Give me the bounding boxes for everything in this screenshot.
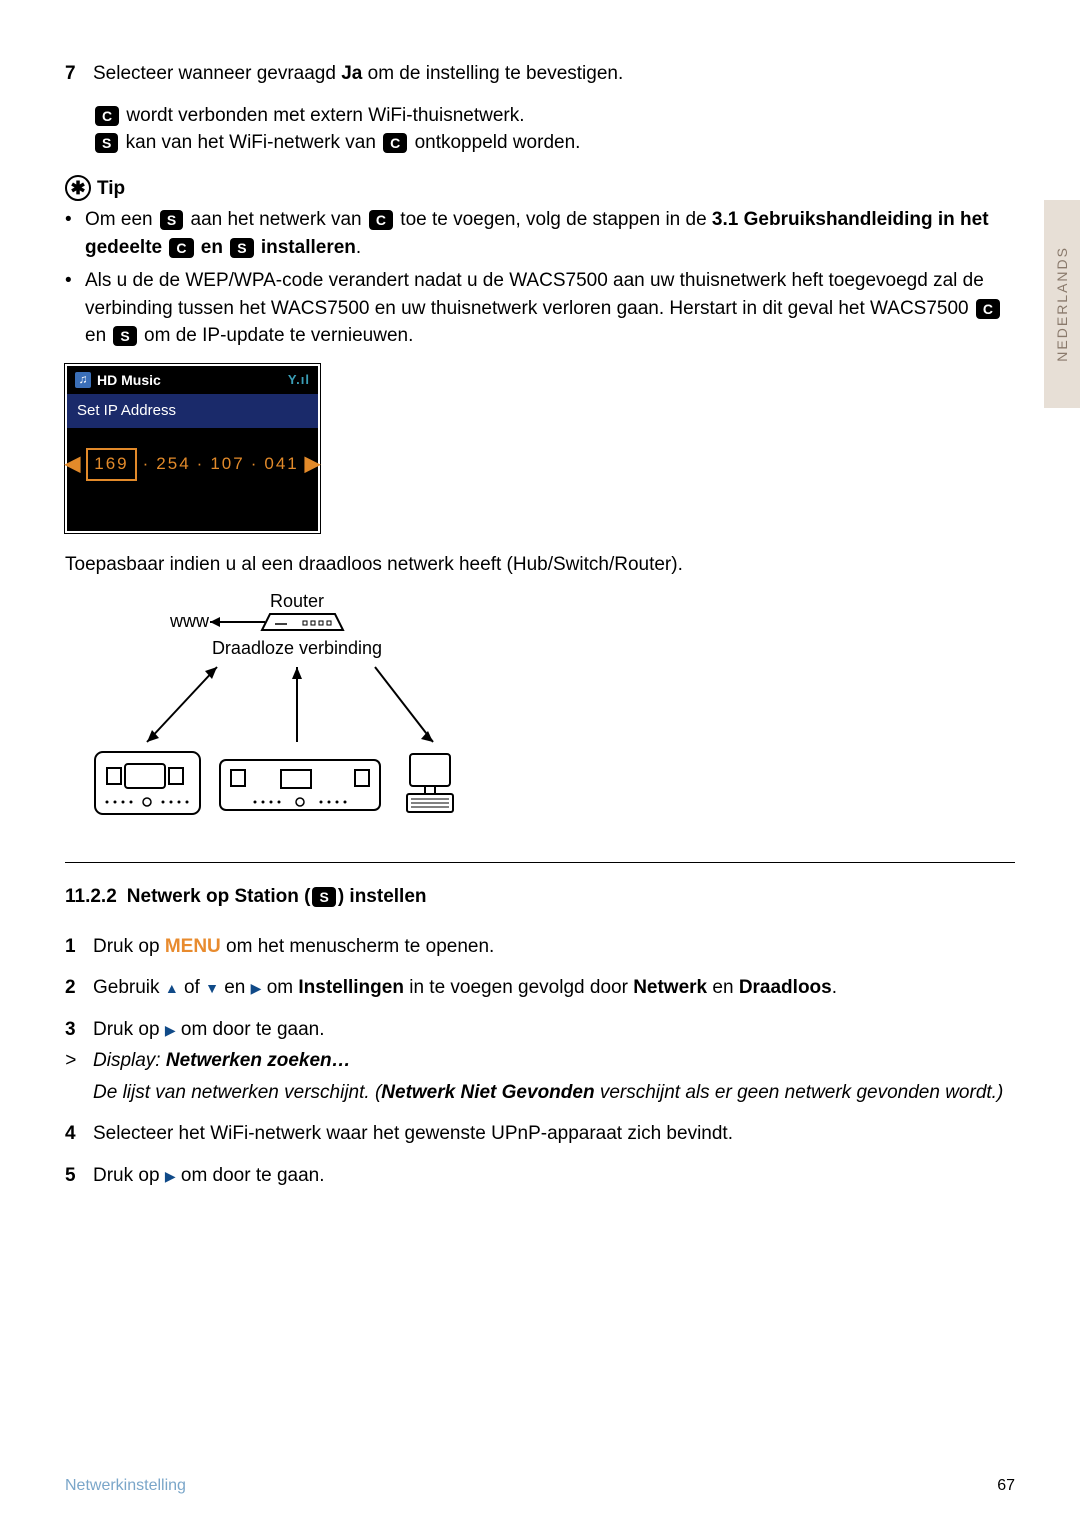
tip-item: Als u de de WEP/WPA-code verandert nadat…: [65, 267, 1015, 350]
section-number: 11.2.2: [65, 883, 117, 911]
wireless-label: Draadloze verbinding: [212, 638, 382, 658]
right-arrow-icon: [165, 1168, 176, 1184]
display-result-1: > Display: Netwerken zoeken…: [65, 1047, 1015, 1075]
step-body: Selecteer wanneer gevraagd Ja om de inst…: [93, 60, 1015, 88]
result-lines: C wordt verbonden met extern WiFi-thuisn…: [93, 102, 1015, 157]
right-arrow-icon: [251, 980, 262, 996]
tip-label: Tip: [97, 175, 125, 203]
badge-c-icon: C: [369, 210, 393, 230]
badge-c-icon: C: [976, 299, 1000, 319]
router-label: Router: [270, 592, 324, 611]
ip-octet-4: 041: [264, 452, 298, 477]
section-divider: [65, 862, 1015, 863]
step-5: 5 Druk op om door te gaan.: [65, 1162, 1015, 1190]
badge-c-icon: C: [383, 133, 407, 153]
ip-octet-2: 254: [156, 452, 190, 477]
page-footer: Netwerkinstelling 67: [65, 1474, 1015, 1497]
tip-item: Om een S aan het netwerk van C toe te vo…: [65, 206, 1015, 261]
section-heading: 11.2.2 Netwerk op Station (S) instellen: [65, 883, 1015, 911]
badge-s-icon: S: [160, 210, 183, 230]
up-arrow-icon: [165, 980, 179, 996]
side-tab-label: NEDERLANDS: [1052, 246, 1072, 362]
network-diagram: Router www Draadloze verbinding: [75, 592, 455, 832]
menu-button-label: MENU: [165, 936, 221, 957]
device-screen-title: Set IP Address: [67, 394, 318, 428]
badge-s-icon: S: [95, 133, 118, 153]
footer-section-name: Netwerkinstelling: [65, 1474, 186, 1497]
device-screenshot: ♫ HD Music Y.ıl Set IP Address ◀ 169 · 2…: [65, 364, 320, 533]
step-1: 1 Druk op MENU om het menuscherm te open…: [65, 933, 1015, 961]
tip-list: Om een S aan het netwerk van C toe te vo…: [65, 206, 1015, 350]
step-4: 4 Selecteer het WiFi-netwerk waar het ge…: [65, 1120, 1015, 1148]
ip-octet-3: 107: [210, 452, 244, 477]
device-header-text: HD Music: [97, 370, 161, 390]
badge-s-icon: S: [230, 238, 253, 258]
www-label: www: [169, 611, 210, 631]
section-title: Netwerk op Station (S) instellen: [127, 883, 427, 911]
ip-octet-1: 169: [86, 448, 136, 481]
footer-page-number: 67: [997, 1474, 1015, 1497]
badge-c-icon: C: [95, 106, 119, 126]
down-arrow-icon: [205, 980, 219, 996]
badge-s-icon: S: [113, 326, 136, 346]
step-7: 7 Selecteer wanneer gevraagd Ja om de in…: [65, 60, 1015, 88]
badge-s-icon: S: [312, 887, 335, 907]
result-line-c: C wordt verbonden met extern WiFi-thuisn…: [93, 102, 1015, 130]
applicable-paragraph: Toepasbaar indien u al een draadloos net…: [65, 551, 1015, 579]
step-2: 2 Gebruik of en om Instellingen in te vo…: [65, 974, 1015, 1002]
music-note-icon: ♫: [75, 372, 91, 388]
right-arrow-icon: [165, 1022, 176, 1038]
ip-right-arrow-icon: ▶: [305, 450, 320, 479]
tip-heading: ✱ Tip: [65, 175, 1015, 203]
badge-c-icon: C: [169, 238, 193, 258]
language-side-tab: NEDERLANDS: [1044, 200, 1080, 408]
ip-left-arrow-icon: ◀: [65, 450, 80, 479]
step-3: 3 Druk op om door te gaan.: [65, 1016, 1015, 1044]
device-ip-row: ◀ 169 · 254 · 107 · 041 ▶: [67, 428, 318, 531]
wifi-signal-icon: Y.ıl: [288, 371, 310, 390]
step-number: 7: [65, 60, 93, 88]
device-top-bar: ♫ HD Music Y.ıl: [67, 366, 318, 394]
result-line-s: S kan van het WiFi-netwerk van C ontkopp…: [93, 129, 1015, 157]
tip-icon: ✱: [65, 175, 91, 201]
display-result-2: De lijst van netwerken verschijnt. (Netw…: [65, 1079, 1015, 1107]
